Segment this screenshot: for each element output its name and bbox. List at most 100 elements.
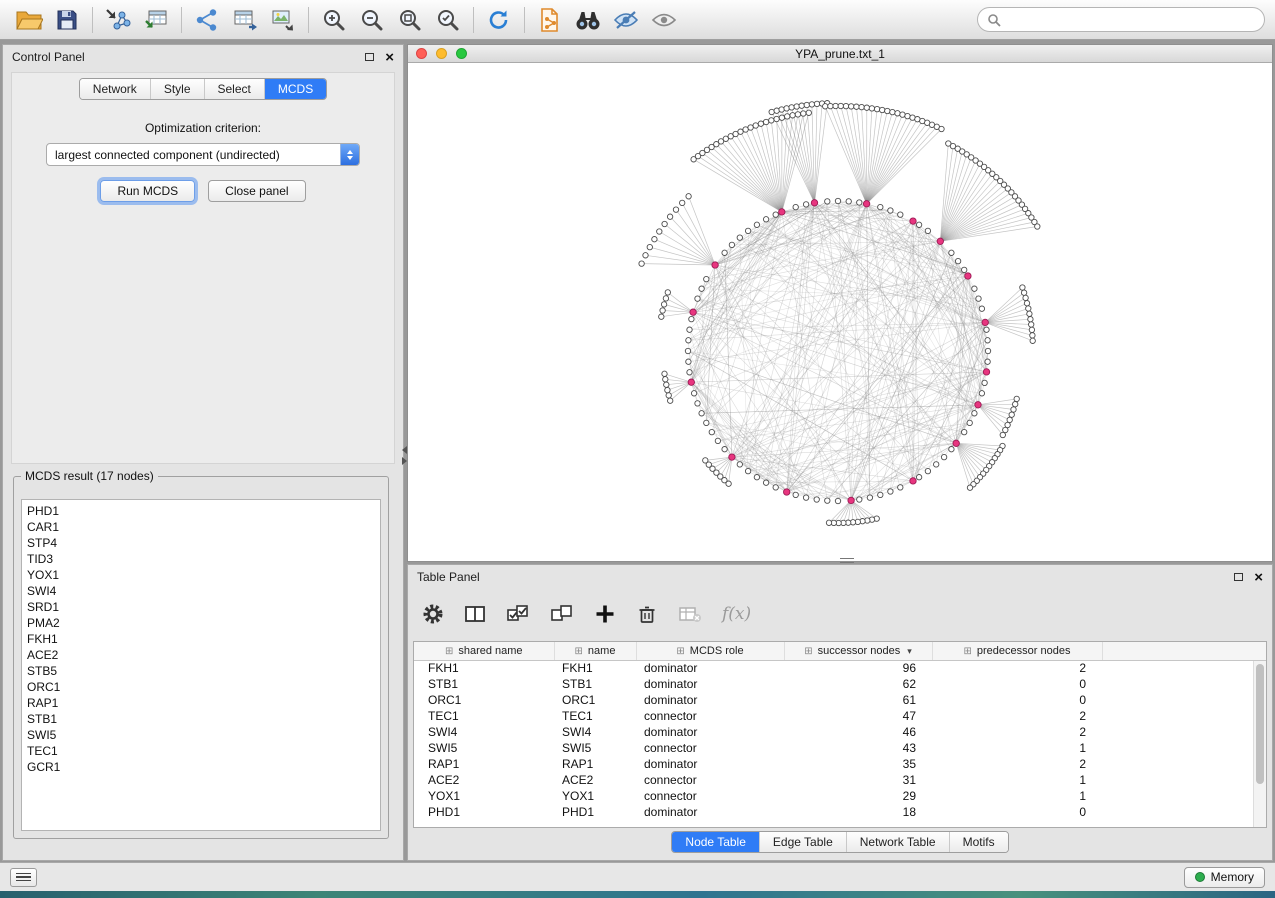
mcds-result-item[interactable]: STB5 [22,663,380,679]
column-header-shared-name[interactable]: ⊞shared name [414,642,554,660]
search-input[interactable] [1006,13,1255,27]
network-node[interactable] [745,468,750,473]
network-node[interactable] [801,111,806,116]
table-settings-button[interactable] [422,603,444,625]
network-node[interactable] [825,498,830,503]
import-network-button[interactable] [99,4,137,36]
network-node[interactable] [814,101,819,106]
network-node[interactable] [826,520,831,525]
network-node[interactable] [835,498,840,503]
network-node[interactable] [1003,427,1008,432]
zoom-fit-button[interactable] [391,4,429,36]
network-node[interactable] [967,420,972,425]
mcds-result-item[interactable]: RAP1 [22,695,380,711]
network-node[interactable] [695,296,700,301]
network-node[interactable] [828,103,833,108]
network-node[interactable] [729,242,734,247]
mcds-hub-node[interactable] [965,273,971,279]
memory-button[interactable]: Memory [1184,867,1265,888]
network-node[interactable] [984,327,989,332]
mcds-result-item[interactable]: SWI5 [22,727,380,743]
network-node[interactable] [1028,317,1033,322]
save-session-button[interactable] [48,4,86,36]
mcds-hub-node[interactable] [953,440,959,446]
network-node[interactable] [704,276,709,281]
mcds-hub-node[interactable] [910,218,916,224]
network-node[interactable] [666,393,671,398]
mcds-hub-node[interactable] [848,497,854,503]
network-node[interactable] [687,370,692,375]
mcds-result-item[interactable]: FKH1 [22,631,380,647]
network-node[interactable] [823,104,828,109]
tab-edge-table[interactable]: Edge Table [759,832,846,852]
network-node[interactable] [985,348,990,353]
close-panel-button[interactable]: Close panel [208,180,305,202]
network-node[interactable] [885,108,890,113]
network-node[interactable] [789,105,794,110]
network-node[interactable] [890,109,895,114]
import-table-button[interactable] [137,4,175,36]
table-row[interactable]: STB1STB1dominator620 [414,676,1266,692]
search-box[interactable] [977,7,1265,32]
network-node[interactable] [773,485,778,490]
network-node[interactable] [686,338,691,343]
network-node[interactable] [962,267,967,272]
network-node[interactable] [748,125,753,130]
network-node[interactable] [934,462,939,467]
mcds-result-item[interactable]: TEC1 [22,743,380,759]
deselect-all-button[interactable] [550,603,574,625]
network-node[interactable] [843,103,848,108]
open-session-button[interactable] [10,4,48,36]
mcds-result-item[interactable]: STP4 [22,535,380,551]
network-node[interactable] [806,110,811,115]
table-row[interactable]: TEC1TEC1connector472 [414,708,1266,724]
export-table-button[interactable] [226,4,264,36]
zoom-selected-button[interactable] [429,4,467,36]
network-node[interactable] [1009,412,1014,417]
network-node[interactable] [769,118,774,123]
network-node[interactable] [979,306,984,311]
network-node[interactable] [1000,432,1005,437]
mcds-result-item[interactable]: PHD1 [22,503,380,519]
network-node[interactable] [689,316,694,321]
column-header-name[interactable]: ⊞name [554,642,636,660]
network-node[interactable] [737,235,742,240]
network-node[interactable] [864,105,869,110]
network-node[interactable] [955,258,960,263]
network-node[interactable] [763,119,768,124]
panel-menu-button[interactable] [10,868,37,887]
network-node[interactable] [722,447,727,452]
table-row[interactable]: SWI4SWI4dominator462 [414,724,1266,740]
criterion-select[interactable]: largest connected component (undirected) [46,143,360,166]
network-node[interactable] [793,492,798,497]
network-node[interactable] [665,387,670,392]
network-node[interactable] [1007,417,1012,422]
network-node[interactable] [722,250,727,255]
network-node[interactable] [774,116,779,121]
network-node[interactable] [779,115,784,120]
network-node[interactable] [972,411,977,416]
network-node[interactable] [793,204,798,209]
network-node[interactable] [794,104,799,109]
table-row[interactable]: PHD1PHD1dominator180 [414,804,1266,820]
network-node[interactable] [660,308,665,313]
network-node[interactable] [1027,311,1032,316]
network-node[interactable] [686,194,691,199]
network-node[interactable] [795,112,800,117]
column-header-predecessor-nodes[interactable]: ⊞predecessor nodes [932,642,1102,660]
run-mcds-button[interactable]: Run MCDS [100,180,195,202]
network-node[interactable] [857,200,862,205]
network-node[interactable] [1021,290,1026,295]
network-node[interactable] [1035,224,1040,229]
network-node[interactable] [1020,285,1025,290]
table-row[interactable]: ACE2ACE2connector311 [414,772,1266,788]
mcds-hub-node[interactable] [811,200,817,206]
network-node[interactable] [753,123,758,128]
network-node[interactable] [652,237,657,242]
network-node[interactable] [737,462,742,467]
network-node[interactable] [695,401,700,406]
show-all-button[interactable] [645,4,683,36]
network-node[interactable] [769,109,774,114]
network-node[interactable] [939,126,944,131]
network-node[interactable] [857,497,862,502]
